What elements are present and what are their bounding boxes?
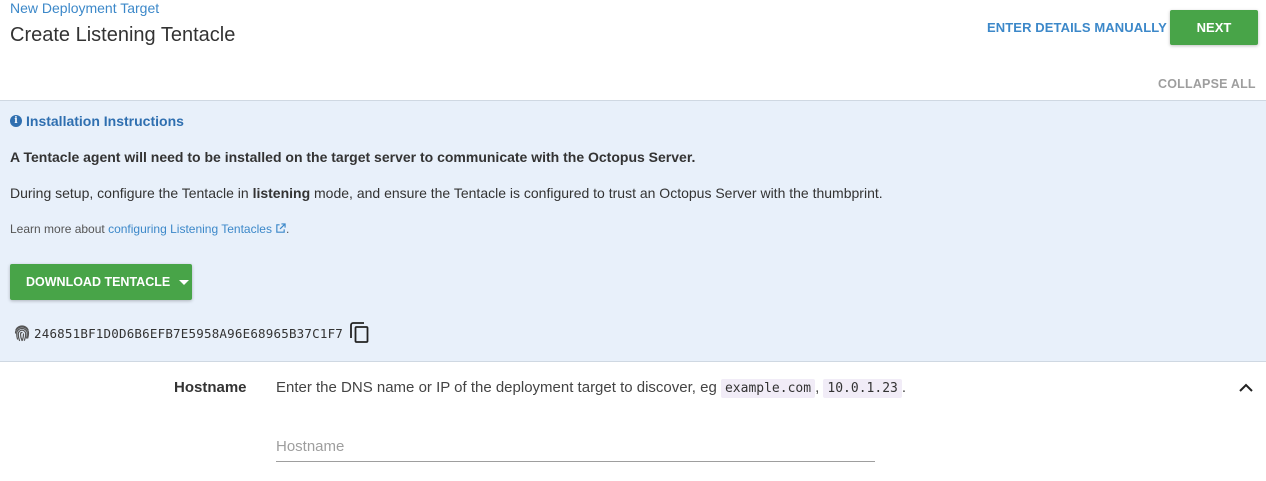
requirement-text: A Tentacle agent will need to be install… (10, 149, 696, 165)
setup-text-suffix: mode, and ensure the Tentacle is configu… (310, 185, 883, 201)
download-tentacle-button[interactable]: DOWNLOAD TENTACLE (10, 264, 192, 300)
instructions-title: i Installation Instructions (10, 113, 184, 129)
learn-more-suffix: . (285, 222, 290, 236)
info-icon: i (10, 115, 22, 127)
enter-details-manually-button[interactable]: ENTER DETAILS MANUALLY (987, 20, 1167, 35)
chevron-up-icon[interactable] (1238, 382, 1254, 394)
breadcrumb[interactable]: New Deployment Target (10, 0, 159, 16)
external-link-icon (276, 223, 286, 233)
learn-more-link[interactable]: configuring Listening Tentacles (108, 222, 286, 236)
setup-text: During setup, configure the Tentacle in … (10, 185, 883, 201)
installation-instructions-panel: i Installation Instructions A Tentacle a… (0, 100, 1266, 362)
caret-down-icon (179, 279, 190, 285)
setup-text-prefix: During setup, configure the Tentacle in (10, 185, 253, 201)
learn-more-link-text[interactable]: configuring Listening Tentacles (108, 222, 272, 236)
thumbprint-value: 246851BF1D0D6B6EFB7E5958A96E68965B37C1F7 (34, 325, 344, 341)
page-header: New Deployment Target Create Listening T… (0, 0, 1266, 100)
learn-more-text: Learn more about configuring Listening T… (10, 222, 289, 236)
next-button[interactable]: NEXT (1170, 10, 1258, 45)
hostname-description-prefix: Enter the DNS name or IP of the deployme… (276, 379, 721, 396)
thumbprint-row: 246851BF1D0D6B6EFB7E5958A96E68965B37C1F7 (12, 321, 371, 345)
learn-more-prefix: Learn more about (10, 222, 109, 236)
hostname-section: Hostname Enter the DNS name or IP of the… (0, 362, 1266, 481)
hostname-description: Enter the DNS name or IP of the deployme… (276, 379, 907, 398)
collapse-all-button[interactable]: COLLAPSE ALL (1158, 77, 1256, 91)
page-title: Create Listening Tentacle (10, 24, 236, 46)
hostname-input[interactable] (276, 432, 875, 462)
example-ip-code: 10.0.1.23 (823, 379, 902, 398)
instructions-title-text: Installation Instructions (26, 113, 184, 129)
fingerprint-icon (14, 325, 30, 342)
copy-icon[interactable] (349, 321, 371, 345)
setup-text-mode: listening (252, 185, 311, 201)
hostname-label: Hostname (174, 379, 247, 396)
download-tentacle-label[interactable]: DOWNLOAD TENTACLE (26, 275, 170, 289)
hostname-description-suffix: . (901, 379, 907, 396)
example-domain-code: example.com (720, 379, 816, 398)
